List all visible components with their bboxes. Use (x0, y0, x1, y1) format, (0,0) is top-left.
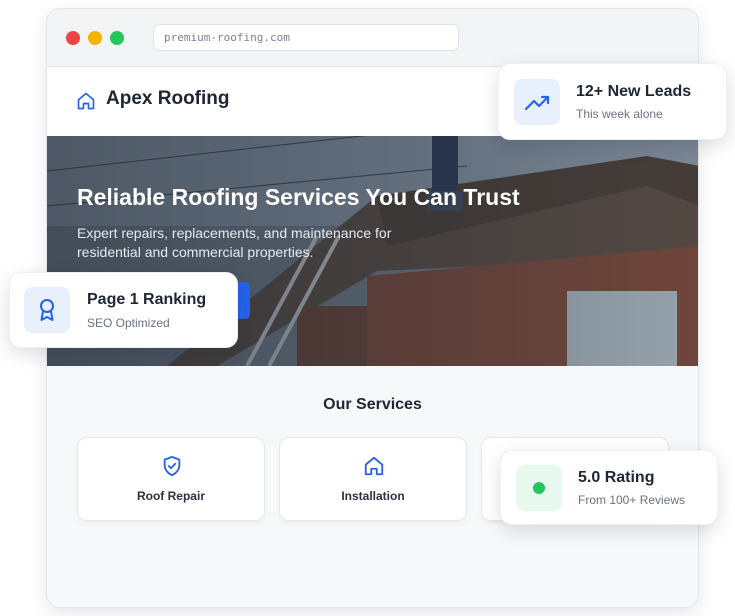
leads-subtitle: This week alone (576, 107, 663, 121)
rating-badge: 5.0 Rating From 100+ Reviews (500, 450, 718, 525)
rating-icon-tile (516, 465, 562, 511)
status-dot (533, 482, 545, 494)
address-bar[interactable]: premium-roofing.com (153, 24, 459, 51)
leads-icon-tile (514, 79, 560, 125)
window-maximize-button[interactable] (110, 31, 124, 45)
home-icon (77, 92, 95, 110)
browser-chrome: premium-roofing.com (47, 9, 698, 67)
ranking-badge: Page 1 Ranking SEO Optimized (9, 272, 238, 348)
rating-subtitle: From 100+ Reviews (578, 493, 686, 507)
rating-title: 5.0 Rating (578, 469, 655, 486)
ranking-icon-tile (24, 287, 70, 333)
home-icon (364, 456, 384, 476)
services-heading: Our Services (323, 396, 422, 413)
ranking-subtitle: SEO Optimized (87, 316, 170, 330)
service-label: Installation (341, 489, 405, 503)
hero-subtitle: Expert repairs, replacements, and mainte… (77, 225, 392, 260)
leads-title: 12+ New Leads (576, 83, 692, 100)
service-label: Roof Repair (136, 489, 205, 503)
leads-badge: 12+ New Leads This week alone (498, 63, 727, 140)
brand-name[interactable]: Apex Roofing (106, 88, 230, 110)
award-icon (40, 299, 54, 321)
service-card-installation[interactable]: Installation (279, 437, 467, 521)
shield-check-icon (163, 455, 181, 477)
ranking-title: Page 1 Ranking (87, 291, 207, 308)
trending-up-icon (524, 95, 550, 111)
window-close-button[interactable] (66, 31, 80, 45)
hero-title: Reliable Roofing Services You Can Trust (77, 184, 520, 210)
service-card-roof-repair[interactable]: Roof Repair (77, 437, 265, 521)
window-minimize-button[interactable] (88, 31, 102, 45)
